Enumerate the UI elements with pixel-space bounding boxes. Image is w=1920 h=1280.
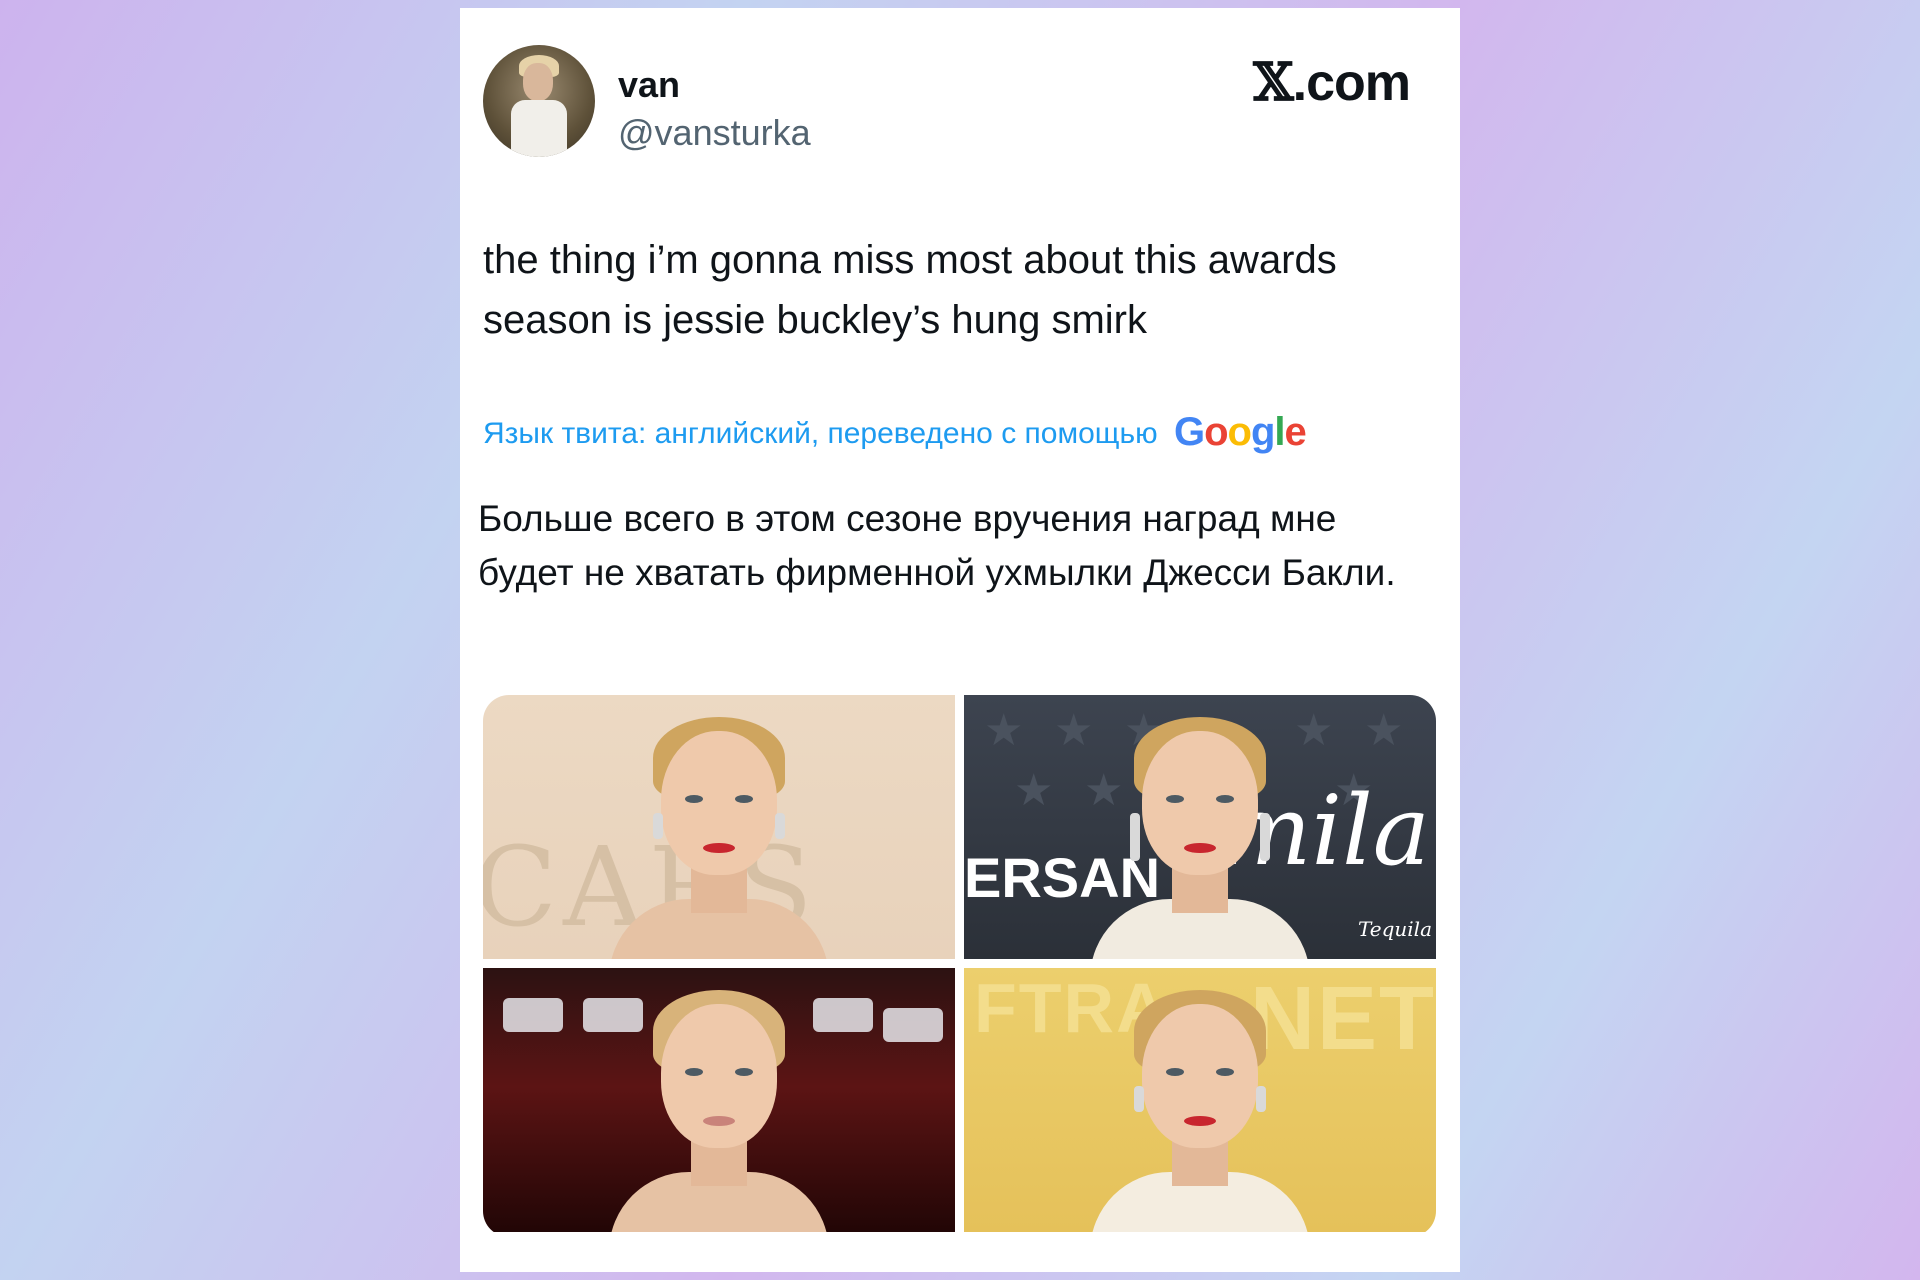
translated-text: Больше всего в этом сезоне вручения нагр…	[478, 498, 1396, 593]
author-name[interactable]: van	[618, 64, 680, 106]
x-logo: 𝕏.com	[1253, 52, 1411, 113]
photo-2-backdrop-text-3: Tequila	[1357, 917, 1432, 941]
portrait	[1090, 703, 1310, 959]
photo-4[interactable]: FTRA NET	[964, 968, 1436, 1232]
photo-3[interactable]	[483, 968, 955, 1232]
portrait	[609, 703, 829, 959]
translation-notice-text: Язык твита: английский, переведено с пом…	[483, 417, 1158, 450]
translation-notice[interactable]: Язык твита: английский, переведено с пом…	[483, 410, 1307, 455]
portrait	[609, 976, 829, 1232]
google-logo: Google	[1173, 410, 1307, 454]
brand-domain: .com	[1292, 54, 1411, 112]
photo-2[interactable]: ★ ★ ★ ★ ★ ★ ★ ★ ERSAN mila Tequila	[964, 695, 1436, 959]
portrait	[1090, 976, 1310, 1232]
photo-grid: CARS ★★ ★★ ★★ ★★ ERSAN mila Tequila	[483, 695, 1436, 1237]
author-handle[interactable]: @vansturka	[618, 112, 811, 154]
photo-1[interactable]: CARS	[483, 695, 955, 959]
tweet-card: van @vansturka 𝕏.com the thing i’m gonna…	[460, 8, 1460, 1272]
avatar[interactable]	[483, 45, 595, 157]
x-icon: 𝕏	[1253, 52, 1293, 113]
tweet-text: the thing i’m gonna miss most about this…	[483, 238, 1337, 342]
